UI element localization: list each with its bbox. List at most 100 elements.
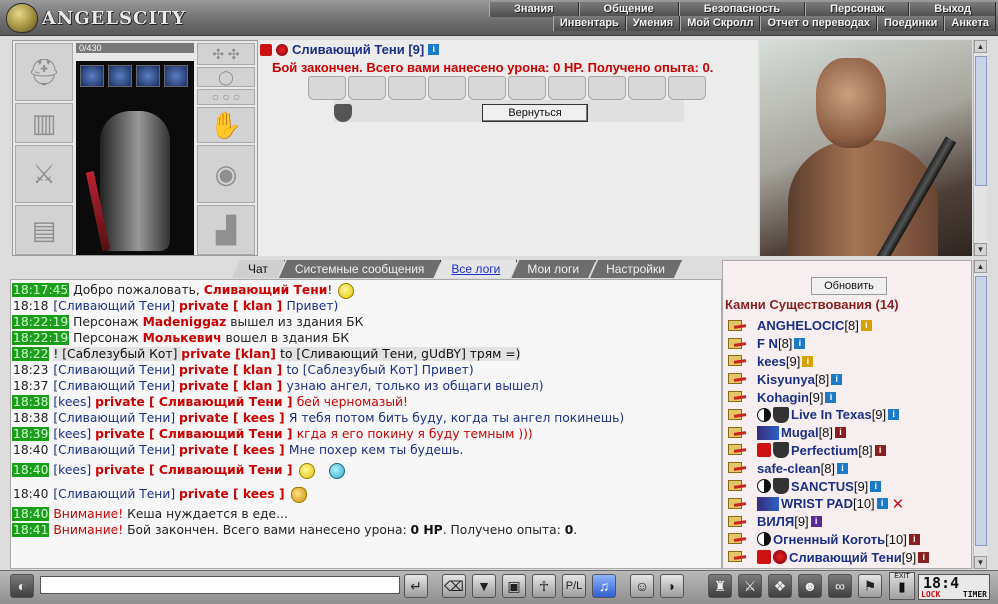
message-author[interactable]: [kees] xyxy=(53,427,95,441)
exit-button[interactable]: EXIT ▮ xyxy=(889,572,915,600)
helmet-icon[interactable]: ◗ xyxy=(660,574,684,598)
chains-icon[interactable]: ∞ xyxy=(828,574,852,598)
clan-icon[interactable] xyxy=(773,478,789,495)
private-tag[interactable]: private [klan] xyxy=(181,347,280,361)
info-icon[interactable]: i xyxy=(835,427,847,439)
belt-slot-1[interactable] xyxy=(80,65,104,87)
private-tag[interactable]: private [ Сливающий Тени ] xyxy=(95,463,297,477)
submenu-profile[interactable]: Анкета xyxy=(944,16,996,31)
menu-security[interactable]: Безопасность xyxy=(678,2,806,17)
message-text[interactable]: Madeniggaz xyxy=(143,315,227,329)
info-icon[interactable]: i xyxy=(908,533,920,545)
rings-slot[interactable]: ○ ○ ○ xyxy=(197,89,255,105)
armor-slot[interactable]: ▤ xyxy=(15,205,73,255)
tab-system-messages[interactable]: Системные сообщения xyxy=(279,260,442,278)
online-user-name[interactable]: Perfectium xyxy=(791,443,858,458)
online-user-name[interactable]: Mugal xyxy=(781,425,819,440)
battle-item-slot[interactable] xyxy=(548,76,586,100)
info-icon[interactable]: i xyxy=(837,462,849,474)
message-timestamp[interactable]: 18:22:19 xyxy=(12,331,70,345)
clan-icon[interactable] xyxy=(773,406,789,423)
online-user-name[interactable]: WRIST PAD xyxy=(781,496,853,511)
menu-knowledge[interactable]: Знания xyxy=(489,2,579,17)
online-user-name[interactable]: Kohagin xyxy=(757,390,809,405)
online-user-name[interactable]: F N xyxy=(757,336,778,351)
online-user-name[interactable]: Огненный Коготь xyxy=(773,532,885,547)
tab-settings[interactable]: Настройки xyxy=(590,260,682,278)
message-text[interactable]: Молькевич xyxy=(143,331,222,345)
info-icon[interactable]: i xyxy=(876,498,888,510)
online-scrollbar[interactable]: ▲ ▼ xyxy=(973,260,987,569)
private-tag[interactable]: private [ klan ] xyxy=(179,363,286,377)
music-icon[interactable]: ♫ xyxy=(592,574,616,598)
weapon-slot[interactable]: ⚔ xyxy=(15,145,73,203)
alignment-icon[interactable] xyxy=(757,479,771,494)
private-tag[interactable]: private [ kees ] xyxy=(179,443,289,457)
shield-slot[interactable]: ◉ xyxy=(197,145,255,203)
player-name[interactable]: Сливающий Тени [9] xyxy=(292,42,424,57)
info-icon[interactable]: i xyxy=(794,338,806,350)
save-icon[interactable]: ▣ xyxy=(502,574,526,598)
message-text[interactable]: Сливающий Тени xyxy=(204,283,328,297)
private-message-icon[interactable] xyxy=(725,390,747,404)
mask-icon[interactable]: ☻ xyxy=(798,574,822,598)
private-message-icon[interactable] xyxy=(725,461,747,475)
clear-icon[interactable]: ⌫ xyxy=(442,574,466,598)
knife-icon[interactable]: ⚔ xyxy=(738,574,762,598)
message-timestamp[interactable]: 18:22 xyxy=(12,347,50,361)
gift-icon[interactable]: ❖ xyxy=(768,574,792,598)
info-icon[interactable]: i xyxy=(810,516,822,528)
back-button[interactable]: Вернуться xyxy=(482,104,588,122)
info-icon[interactable]: i xyxy=(918,551,930,563)
timer-button[interactable]: TIMER xyxy=(963,590,987,599)
private-message-icon[interactable] xyxy=(725,532,747,546)
private-message-icon[interactable] xyxy=(725,354,747,368)
message-timestamp[interactable]: 18:38 xyxy=(12,395,50,409)
amulet-slot[interactable]: ◯ xyxy=(197,67,255,87)
info-icon[interactable]: i xyxy=(825,391,837,403)
online-user-name[interactable]: ANGHELOCIC xyxy=(757,318,844,333)
submenu-duels[interactable]: Поединки xyxy=(877,16,945,31)
belt-slot-3[interactable] xyxy=(136,65,160,87)
message-author[interactable]: [Сливающий Тени] xyxy=(53,443,179,457)
message-timestamp[interactable]: 18:18 xyxy=(12,299,49,313)
message-timestamp[interactable]: 18:37 xyxy=(12,379,49,393)
portrait-scrollbar[interactable]: ▲ ▼ xyxy=(973,40,987,256)
private-message-icon[interactable] xyxy=(725,426,747,440)
close-icon[interactable]: ✕ xyxy=(892,495,905,513)
earrings-slot[interactable]: ✣ ✣ xyxy=(197,43,255,65)
scroll-down-arrow-icon[interactable]: ▼ xyxy=(974,243,987,256)
chat-log[interactable]: 18:17:45 Добро пожаловать, Сливающий Тен… xyxy=(10,279,722,569)
pl-icon[interactable]: P/L xyxy=(562,574,586,598)
submenu-transfer-report[interactable]: Отчет о переводах xyxy=(760,16,878,31)
submenu-skills[interactable]: Умения xyxy=(625,16,681,31)
battle-item-slot[interactable] xyxy=(668,76,706,100)
private-message-icon[interactable] xyxy=(725,550,747,564)
send-icon[interactable]: ↵ xyxy=(404,574,428,598)
online-user-name[interactable]: kees xyxy=(757,354,786,369)
filter-icon[interactable]: ▼ xyxy=(472,574,496,598)
battle-item-slot[interactable] xyxy=(308,76,346,100)
online-user-name[interactable]: Kisyunya xyxy=(757,372,815,387)
gloves-slot[interactable]: ✋ xyxy=(197,107,255,143)
lock-button[interactable]: LOCK xyxy=(921,590,940,599)
clan-icon[interactable] xyxy=(773,442,789,459)
battle-item-slot[interactable] xyxy=(428,76,466,100)
info-icon[interactable]: i xyxy=(802,355,814,367)
submenu-my-scroll[interactable]: Мой Скролл xyxy=(680,16,761,31)
battle-item-slot[interactable] xyxy=(508,76,546,100)
message-author[interactable]: [Сливающий Тени] xyxy=(53,487,179,501)
rose-icon[interactable] xyxy=(773,550,787,565)
online-user-name[interactable]: ВИЛЯ xyxy=(757,514,794,529)
message-author[interactable]: [Сливающий Тени] xyxy=(53,379,179,393)
message-author[interactable]: [Сливающий Тени] xyxy=(53,299,179,313)
scroll-thumb[interactable] xyxy=(975,276,987,546)
message-author[interactable]: [Сливающий Тени] xyxy=(53,411,179,425)
info-icon[interactable]: i xyxy=(428,44,440,55)
tab-my-logs[interactable]: Мои логи xyxy=(511,260,596,278)
battle-item-slot[interactable] xyxy=(468,76,506,100)
private-tag[interactable]: private [ klan ] xyxy=(179,379,286,393)
online-user-name[interactable]: SANCTUS xyxy=(791,479,854,494)
message-timestamp[interactable]: 18:38 xyxy=(12,411,49,425)
online-user-name[interactable]: Live In Texas xyxy=(791,407,872,422)
